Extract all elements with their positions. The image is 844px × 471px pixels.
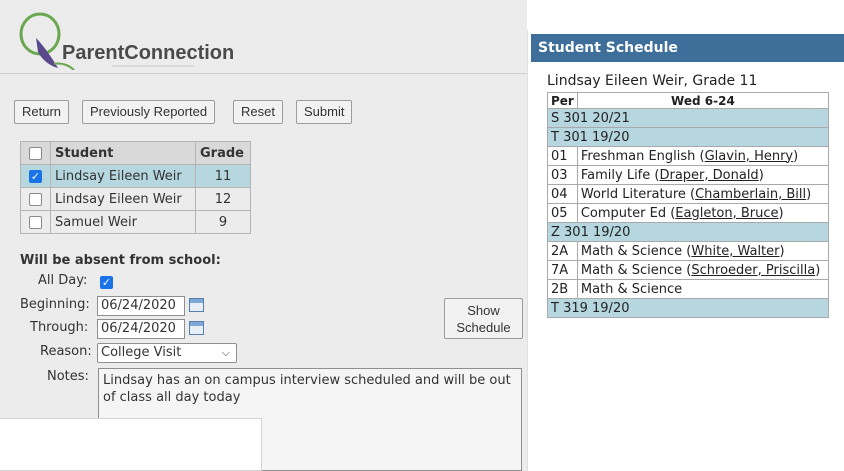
- day-column-header: Wed 6-24: [576, 92, 830, 109]
- calendar-icon[interactable]: [189, 321, 204, 335]
- course-close: ): [778, 205, 784, 221]
- course-close: ): [815, 262, 821, 278]
- course-close: ): [793, 148, 799, 164]
- course-close: ): [779, 243, 785, 259]
- return-button[interactable]: Return: [14, 100, 70, 124]
- schedule-group-row: S 301 20/21: [547, 108, 829, 128]
- schedule-header-row: Per Wed 6-24: [547, 92, 830, 109]
- absence-form-panel: ParentConnection Return Previously Repor…: [0, 0, 527, 471]
- all-day-checkbox[interactable]: ✓: [100, 276, 113, 289]
- course-cell: Math & Science (White, Walter): [576, 241, 830, 261]
- period-cell: 2B: [547, 279, 578, 299]
- course-close: ): [806, 186, 812, 202]
- course-cell: Math & Science: [576, 279, 830, 299]
- table-row[interactable]: Samuel Weir 9: [20, 210, 251, 234]
- reason-value: College Visit: [101, 345, 182, 360]
- group-label: Z 301 19/20: [547, 222, 829, 242]
- table-row: 05 Computer Ed (Eagleton, Bruce): [547, 203, 830, 223]
- course-close: ): [758, 167, 764, 183]
- schedule-group-row: T 301 19/20: [547, 127, 829, 147]
- student-name: Samuel Weir: [50, 210, 196, 234]
- grade-column-header: Grade: [195, 141, 251, 165]
- reset-button[interactable]: Reset: [233, 100, 283, 124]
- teacher-link[interactable]: White, Walter: [691, 244, 779, 259]
- group-label: T 301 19/20: [547, 127, 829, 147]
- course-name: Freshman English (: [580, 148, 705, 164]
- course-cell: Math & Science (Schroeder, Priscilla): [576, 260, 830, 280]
- student-grade: 9: [195, 210, 251, 234]
- student-grade: 11: [195, 164, 251, 188]
- period-cell: 03: [547, 165, 578, 185]
- show-schedule-button[interactable]: Show Schedule: [444, 298, 523, 339]
- group-label: T 319 19/20: [547, 298, 829, 318]
- reason-label: Reason:: [40, 344, 92, 359]
- student-table-header: Student Grade: [20, 141, 251, 165]
- teacher-link[interactable]: Eagleton, Bruce: [675, 206, 778, 221]
- through-label: Through:: [30, 320, 89, 335]
- course-name: Family Life (: [580, 167, 660, 183]
- course-name: World Literature (: [580, 186, 696, 202]
- student-checkbox[interactable]: [29, 215, 42, 229]
- table-row: 2B Math & Science: [547, 279, 830, 299]
- select-all-cell[interactable]: [20, 141, 51, 165]
- schedule-panel-header: Student Schedule: [531, 34, 844, 62]
- overlay-panel: [0, 418, 262, 471]
- show-schedule-label-2: Schedule: [456, 320, 511, 335]
- course-cell: Computer Ed (Eagleton, Bruce): [576, 203, 830, 223]
- period-cell: 2A: [547, 241, 578, 261]
- schedule-table: Per Wed 6-24 S 301 20/21 T 301 19/20 01 …: [547, 92, 830, 318]
- student-table: Student Grade ✓ Lindsay Eileen Weir 11 L…: [20, 141, 251, 234]
- chevron-down-icon: ⌵: [221, 346, 230, 359]
- table-row: 04 World Literature (Chamberlain, Bill): [547, 184, 830, 204]
- period-cell: 05: [547, 203, 578, 223]
- select-all-checkbox[interactable]: [29, 146, 42, 160]
- table-row[interactable]: Lindsay Eileen Weir 12: [20, 187, 251, 211]
- teacher-link[interactable]: Draper, Donald: [659, 168, 758, 183]
- student-column-header: Student: [50, 141, 196, 165]
- course-name: Computer Ed (: [580, 205, 676, 221]
- student-name: Lindsay Eileen Weir: [50, 164, 196, 188]
- course-cell: Family Life (Draper, Donald): [576, 165, 830, 185]
- table-row: 01 Freshman English (Glavin, Henry): [547, 146, 830, 166]
- teacher-link[interactable]: Chamberlain, Bill: [695, 187, 806, 202]
- table-row: 03 Family Life (Draper, Donald): [547, 165, 830, 185]
- student-grade: 12: [195, 187, 251, 211]
- beginning-date-input[interactable]: 06/24/2020: [97, 296, 185, 316]
- calendar-icon[interactable]: [189, 298, 204, 312]
- schedule-group-row: T 319 19/20: [547, 298, 829, 318]
- header-divider: [0, 73, 527, 74]
- teacher-link[interactable]: Glavin, Henry: [705, 149, 794, 164]
- submit-button[interactable]: Submit: [296, 100, 353, 124]
- notes-label: Notes:: [47, 369, 89, 384]
- absence-heading: Will be absent from school:: [20, 253, 221, 268]
- period-cell: 04: [547, 184, 578, 204]
- student-checkbox[interactable]: [29, 192, 42, 206]
- group-label: S 301 20/21: [547, 108, 829, 128]
- show-schedule-label-1: Show: [467, 303, 500, 318]
- previously-reported-button[interactable]: Previously Reported: [82, 100, 216, 124]
- period-column-header: Per: [547, 92, 578, 109]
- schedule-subtitle: Lindsay Eileen Weir, Grade 11: [547, 73, 758, 89]
- schedule-group-row: Z 301 19/20: [547, 222, 829, 242]
- student-checkbox[interactable]: ✓: [29, 169, 42, 183]
- course-name: Math & Science (: [580, 262, 692, 278]
- period-cell: 7A: [547, 260, 578, 280]
- table-row: 2A Math & Science (White, Walter): [547, 241, 830, 261]
- all-day-label: All Day:: [38, 273, 88, 288]
- teacher-link[interactable]: Schroeder, Priscilla: [691, 263, 815, 278]
- course-name: Math & Science (: [580, 243, 692, 259]
- panel-divider: [527, 30, 528, 471]
- table-row[interactable]: ✓ Lindsay Eileen Weir 11: [20, 164, 251, 188]
- through-date-input[interactable]: 06/24/2020: [97, 319, 185, 339]
- course-cell: Freshman English (Glavin, Henry): [576, 146, 830, 166]
- beginning-label: Beginning:: [20, 297, 90, 312]
- course-cell: World Literature (Chamberlain, Bill): [576, 184, 830, 204]
- period-cell: 01: [547, 146, 578, 166]
- reason-select[interactable]: College Visit ⌵: [97, 343, 237, 363]
- student-name: Lindsay Eileen Weir: [50, 187, 196, 211]
- app-title: ParentConnection: [62, 42, 235, 64]
- table-row: 7A Math & Science (Schroeder, Priscilla): [547, 260, 830, 280]
